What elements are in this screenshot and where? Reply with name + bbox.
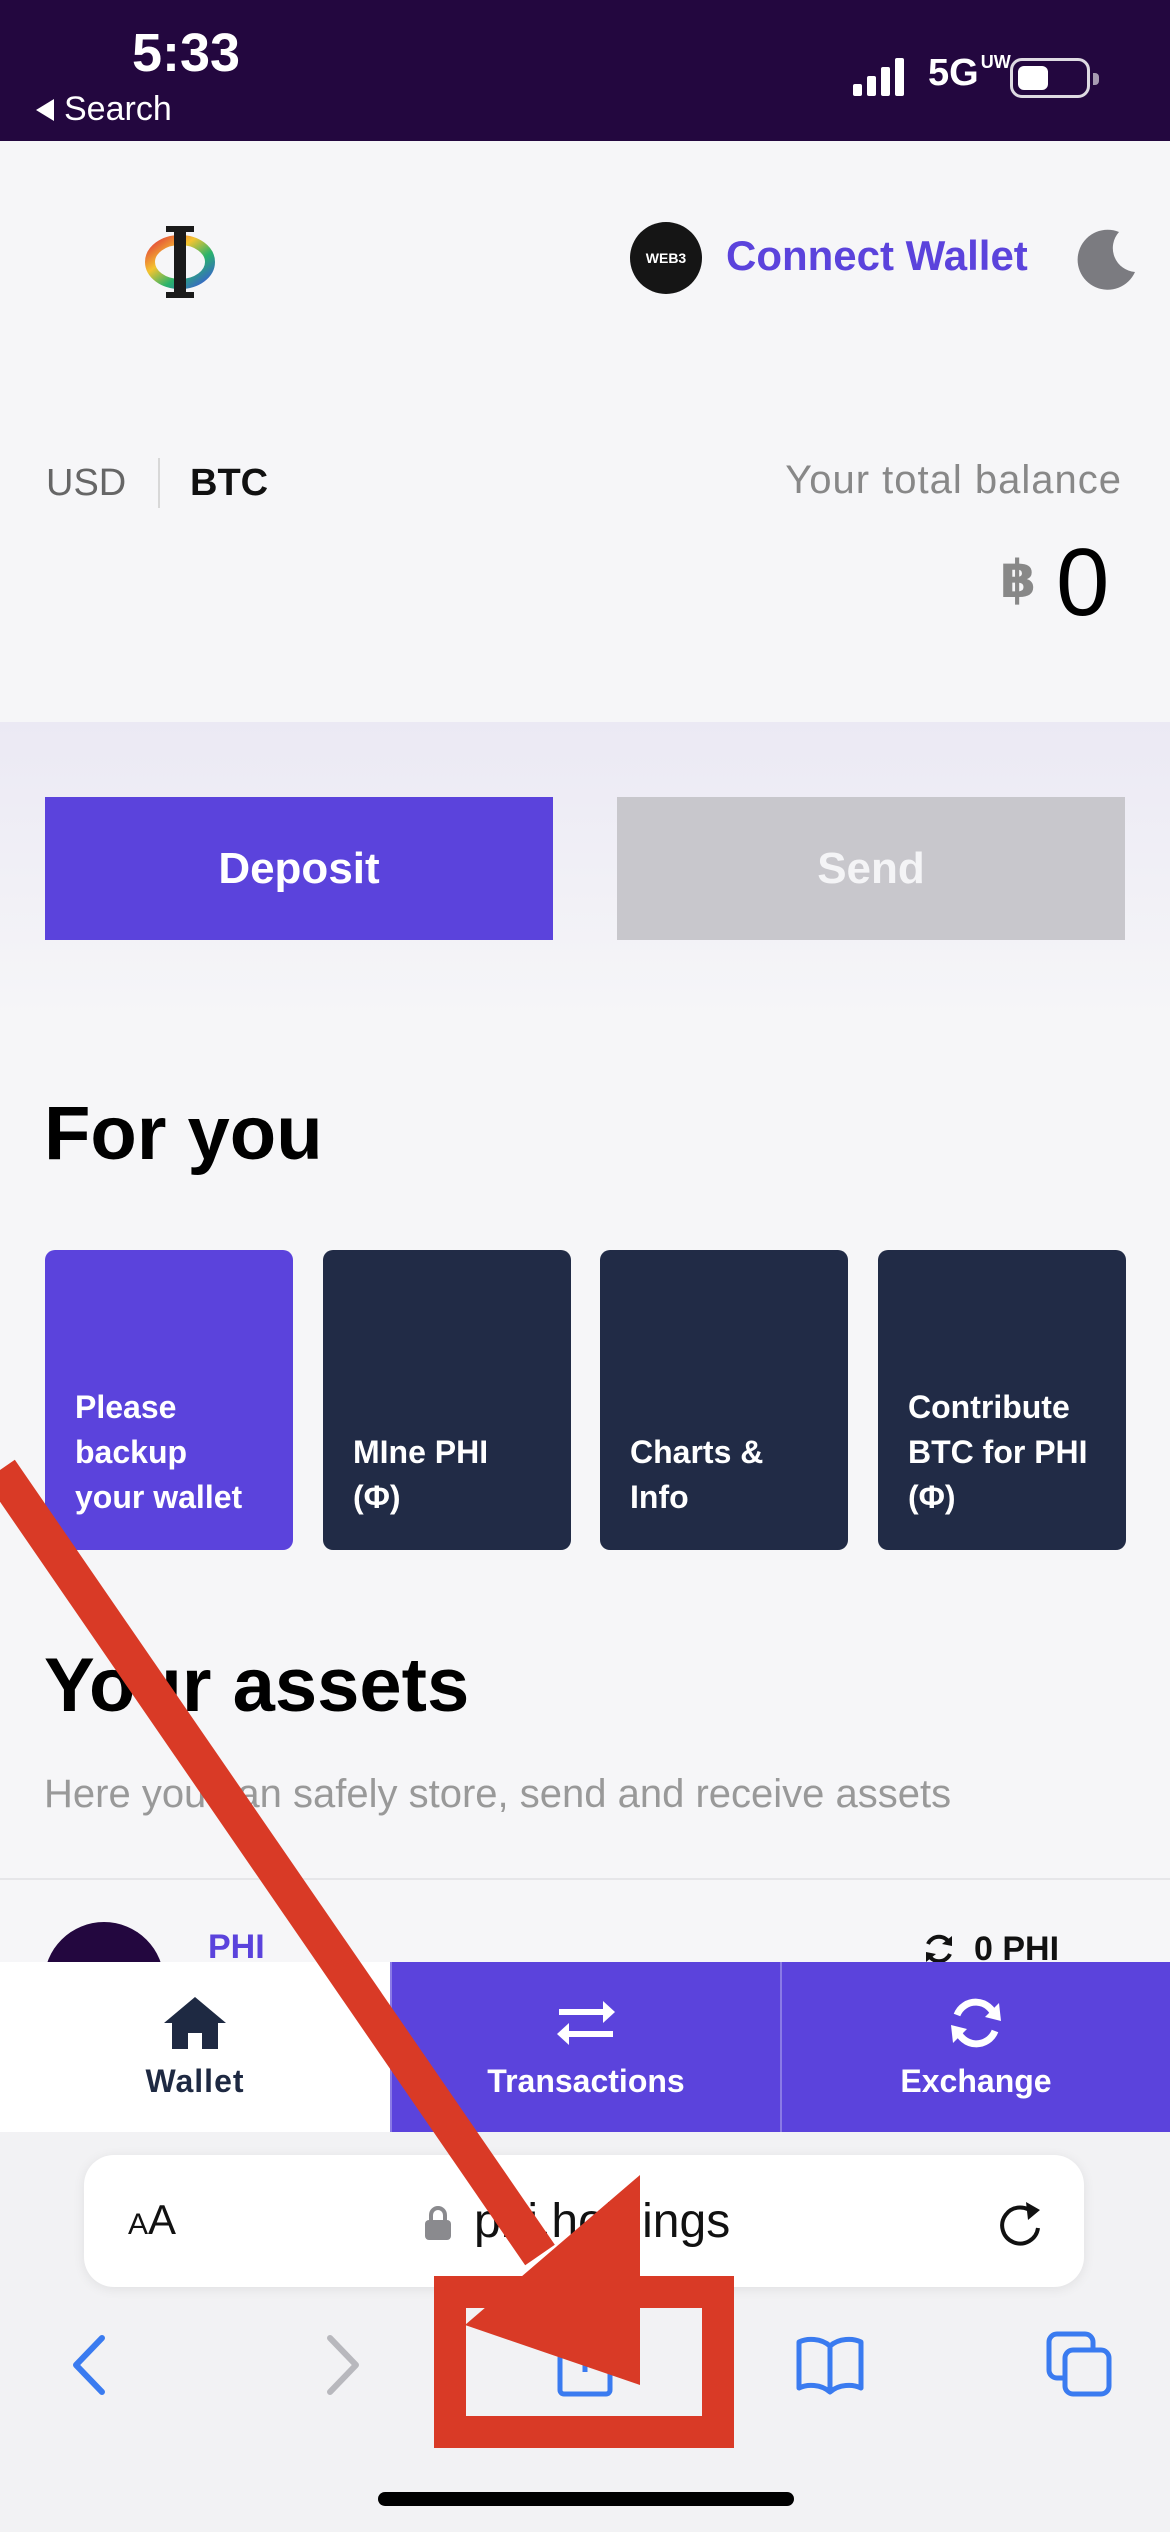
url-text[interactable]: phi.holdings bbox=[474, 2194, 730, 2249]
connect-wallet-link[interactable]: Connect Wallet bbox=[726, 232, 1028, 280]
network-indicator: 5G UW bbox=[928, 52, 1011, 95]
tabs-overview-icon[interactable] bbox=[1045, 2330, 1115, 2400]
back-chevron-icon[interactable] bbox=[56, 2330, 126, 2400]
currency-toggle-usd[interactable]: USD bbox=[46, 462, 126, 505]
forward-chevron-icon[interactable] bbox=[306, 2330, 376, 2400]
card-contribute-btc[interactable]: Contribute BTC for PHI (Φ) bbox=[878, 1250, 1126, 1550]
card-label: Please backup your wallet bbox=[75, 1389, 243, 1515]
sync-icon[interactable] bbox=[922, 1932, 956, 1966]
status-time: 5:33 bbox=[132, 23, 241, 83]
cellular-signal-icon bbox=[853, 58, 904, 96]
phi-logo[interactable] bbox=[140, 222, 220, 302]
lock-icon bbox=[425, 2206, 451, 2240]
dark-mode-moon-icon[interactable] bbox=[1075, 228, 1139, 292]
tab-transactions-label: Transactions bbox=[487, 2062, 685, 2099]
arrows-swap-icon bbox=[557, 2000, 615, 2045]
card-label: Charts & Info bbox=[630, 1434, 764, 1515]
card-label: MIne PHI (Φ) bbox=[353, 1434, 489, 1515]
assets-subtitle: Here you can safely store, send and rece… bbox=[44, 1772, 952, 1816]
bitcoin-symbol-icon: ฿ bbox=[1000, 551, 1037, 609]
network-suffix: UW bbox=[980, 52, 1011, 72]
web3-badge-icon[interactable]: WEB3 bbox=[630, 222, 702, 294]
share-icon[interactable] bbox=[550, 2330, 620, 2400]
home-icon bbox=[164, 1996, 226, 2049]
card-mine-phi[interactable]: MIne PHI (Φ) bbox=[323, 1250, 571, 1550]
total-balance-value: 0 bbox=[1056, 529, 1110, 636]
home-indicator bbox=[378, 2492, 794, 2506]
battery-icon bbox=[1010, 58, 1099, 98]
total-balance-label: Your total balance bbox=[785, 458, 1122, 502]
tab-wallet-label: Wallet bbox=[145, 2062, 245, 2099]
tab-transactions[interactable]: Transactions bbox=[390, 1962, 780, 2132]
back-to-search-link[interactable]: Search bbox=[36, 90, 172, 129]
reload-icon[interactable] bbox=[992, 2196, 1048, 2252]
bottom-tab-bar: Wallet Transactions Exchange bbox=[0, 1962, 1170, 2132]
assets-divider bbox=[0, 1878, 1170, 1880]
tab-exchange-label: Exchange bbox=[900, 2062, 1052, 2099]
text-size-large: A bbox=[148, 2196, 177, 2243]
deposit-button[interactable]: Deposit bbox=[45, 797, 553, 940]
currency-divider bbox=[158, 458, 160, 508]
send-button[interactable]: Send bbox=[617, 797, 1125, 940]
tab-exchange[interactable]: Exchange bbox=[780, 1962, 1170, 2132]
sync-icon bbox=[951, 1998, 1001, 2047]
tab-wallet[interactable]: Wallet bbox=[0, 1962, 390, 2132]
card-backup-wallet[interactable]: Please backup your wallet bbox=[45, 1250, 293, 1550]
back-search-label: Search bbox=[64, 90, 172, 128]
for-you-title: For you bbox=[44, 1091, 323, 1176]
currency-toggle-btc[interactable]: BTC bbox=[190, 462, 268, 505]
text-size-small: A bbox=[128, 2208, 149, 2241]
card-charts-info[interactable]: Charts & Info bbox=[600, 1250, 848, 1550]
assets-title: Your assets bbox=[44, 1643, 470, 1728]
network-label: 5G bbox=[928, 52, 979, 94]
back-triangle-icon bbox=[36, 98, 54, 121]
text-size-button[interactable]: AA bbox=[128, 2196, 176, 2244]
card-label: Contribute BTC for PHI (Φ) bbox=[908, 1389, 1088, 1515]
bookmarks-book-icon[interactable] bbox=[795, 2330, 865, 2400]
